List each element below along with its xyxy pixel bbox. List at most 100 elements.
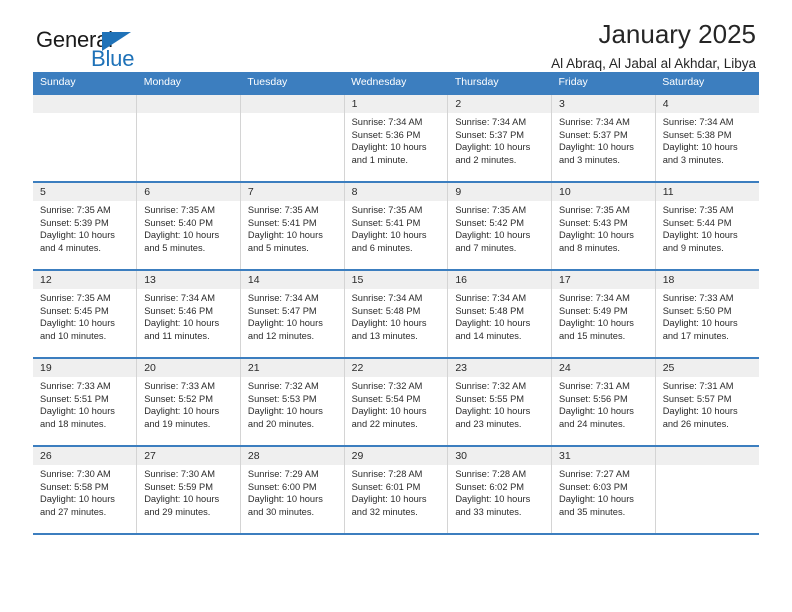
day-cell-details: Sunrise: 7:33 AM Sunset: 5:51 PM Daylight:… <box>33 377 136 430</box>
calendar-day-cell[interactable] <box>240 93 345 182</box>
calendar-day-cell[interactable] <box>655 445 759 535</box>
daylight-text-line1: Daylight: 10 hours <box>559 230 634 241</box>
sunset-text: Sunset: 5:46 PM <box>144 305 213 316</box>
calendar-day-cell[interactable]: 12 Sunrise: 7:35 AM Sunset: 5:45 PM Dayligh… <box>33 269 138 358</box>
calendar-day-cell[interactable]: 30 Sunrise: 7:28 AM Sunset: 6:02 PM Dayligh… <box>447 445 553 535</box>
day-cell-inner: 15 Sunrise: 7:34 AM Sunset: 5:48 PM Dayligh… <box>344 271 448 357</box>
daylight-text-line1: Daylight: 10 hours <box>247 318 323 329</box>
general-blue-logo[interactable]: General Blue <box>36 27 166 73</box>
calendar-day-cell[interactable] <box>33 93 138 182</box>
sunrise-text: Sunrise: 7:32 AM <box>455 381 527 391</box>
calendar-day-cell[interactable]: 11 Sunrise: 7:35 AM Sunset: 5:44 PM Dayligh… <box>655 181 759 270</box>
sunrise-text: Sunrise: 7:33 AM <box>662 293 734 303</box>
calendar-day-cell[interactable] <box>136 93 241 182</box>
calendar-day-cell[interactable]: 2 Sunrise: 7:34 AM Sunset: 5:37 PM Daylight… <box>447 93 553 182</box>
calendar-day-cell[interactable]: 31 Sunrise: 7:27 AM Sunset: 6:03 PM Dayligh… <box>551 445 656 535</box>
day-cell-inner: 13 Sunrise: 7:34 AM Sunset: 5:46 PM Dayligh… <box>137 271 240 357</box>
daylight-text-line1: Daylight: 10 hours <box>247 494 323 505</box>
calendar-week-row: 1 Sunrise: 7:34 AM Sunset: 5:36 PM Daylight… <box>33 93 759 182</box>
calendar-day-cell[interactable]: 18 Sunrise: 7:33 AM Sunset: 5:50 PM Dayligh… <box>655 269 759 358</box>
daylight-text-line1: Daylight: 10 hours <box>351 142 427 153</box>
day-cell-details: Sunrise: 7:33 AM Sunset: 5:50 PM Daylight:… <box>656 289 759 342</box>
sunset-text: Sunset: 5:41 PM <box>247 217 317 228</box>
daylight-text-line1: Daylight: 10 hours <box>40 230 115 241</box>
daylight-text-line2: and 33 minutes. <box>455 506 522 517</box>
calendar-day-cell[interactable]: 19 Sunrise: 7:33 AM Sunset: 5:51 PM Dayligh… <box>33 357 138 446</box>
day-number: 3 <box>552 95 655 113</box>
sunset-text: Sunset: 5:52 PM <box>144 393 213 404</box>
day-cell-inner: 5 Sunrise: 7:35 AM Sunset: 5:39 PM Daylight… <box>33 183 137 269</box>
calendar-day-cell[interactable]: 4 Sunrise: 7:34 AM Sunset: 5:38 PM Daylight… <box>655 93 759 182</box>
calendar-day-cell[interactable]: 29 Sunrise: 7:28 AM Sunset: 6:01 PM Dayligh… <box>344 445 449 535</box>
day-number <box>137 95 240 113</box>
daylight-text-line1: Daylight: 10 hours <box>144 318 220 329</box>
calendar-day-cell[interactable]: 27 Sunrise: 7:30 AM Sunset: 5:59 PM Dayligh… <box>136 445 241 535</box>
calendar-day-cell[interactable]: 3 Sunrise: 7:34 AM Sunset: 5:37 PM Daylight… <box>551 93 656 182</box>
calendar-day-cell[interactable]: 23 Sunrise: 7:32 AM Sunset: 5:55 PM Dayligh… <box>447 357 553 446</box>
sunset-text: Sunset: 5:39 PM <box>40 217 109 228</box>
daylight-text-line2: and 3 minutes. <box>662 154 724 165</box>
calendar-day-cell[interactable]: 10 Sunrise: 7:35 AM Sunset: 5:43 PM Dayligh… <box>551 181 656 270</box>
sunrise-text: Sunrise: 7:28 AM <box>351 469 423 479</box>
calendar-day-cell[interactable]: 8 Sunrise: 7:35 AM Sunset: 5:41 PM Daylight… <box>344 181 449 270</box>
calendar-day-cell[interactable]: 1 Sunrise: 7:34 AM Sunset: 5:36 PM Daylight… <box>344 93 449 182</box>
sunrise-text: Sunrise: 7:33 AM <box>144 381 216 391</box>
sunrise-text: Sunrise: 7:33 AM <box>40 381 111 391</box>
calendar-day-cell[interactable]: 5 Sunrise: 7:35 AM Sunset: 5:39 PM Daylight… <box>33 181 138 270</box>
day-number: 2 <box>448 95 552 113</box>
calendar-day-cell[interactable]: 16 Sunrise: 7:34 AM Sunset: 5:48 PM Dayligh… <box>447 269 553 358</box>
sunrise-text: Sunrise: 7:29 AM <box>247 469 319 479</box>
day-cell-details: Sunrise: 7:35 AM Sunset: 5:43 PM Daylight:… <box>552 201 655 254</box>
day-cell-details: Sunrise: 7:27 AM Sunset: 6:03 PM Daylight:… <box>552 465 655 518</box>
day-cell-details <box>656 465 759 468</box>
sunrise-text: Sunrise: 7:32 AM <box>351 381 423 391</box>
sunset-text: Sunset: 6:02 PM <box>455 481 525 492</box>
sunset-text: Sunset: 5:40 PM <box>144 217 213 228</box>
day-cell-details: Sunrise: 7:32 AM Sunset: 5:54 PM Daylight:… <box>345 377 448 430</box>
sunset-text: Sunset: 5:38 PM <box>662 129 732 140</box>
day-cell-details: Sunrise: 7:33 AM Sunset: 5:52 PM Daylight:… <box>137 377 240 430</box>
sunset-text: Sunset: 5:54 PM <box>351 393 421 404</box>
calendar-day-cell[interactable]: 28 Sunrise: 7:29 AM Sunset: 6:00 PM Dayligh… <box>240 445 345 535</box>
calendar-day-cell[interactable]: 15 Sunrise: 7:34 AM Sunset: 5:48 PM Dayligh… <box>344 269 449 358</box>
calendar-day-cell[interactable]: 26 Sunrise: 7:30 AM Sunset: 5:58 PM Dayligh… <box>33 445 138 535</box>
day-cell-details <box>137 113 240 116</box>
sunrise-text: Sunrise: 7:34 AM <box>144 293 216 303</box>
day-cell-inner: 27 Sunrise: 7:30 AM Sunset: 5:59 PM Dayligh… <box>137 447 240 533</box>
calendar-day-cell[interactable]: 6 Sunrise: 7:35 AM Sunset: 5:40 PM Daylight… <box>136 181 241 270</box>
daylight-text-line2: and 27 minutes. <box>40 506 107 517</box>
sunset-text: Sunset: 5:37 PM <box>455 129 525 140</box>
day-cell-details: Sunrise: 7:34 AM Sunset: 5:48 PM Daylight:… <box>345 289 448 342</box>
day-cell-inner: 24 Sunrise: 7:31 AM Sunset: 5:56 PM Dayligh… <box>552 359 655 445</box>
calendar-day-cell[interactable]: 13 Sunrise: 7:34 AM Sunset: 5:46 PM Dayligh… <box>136 269 241 358</box>
calendar-day-cell[interactable]: 14 Sunrise: 7:34 AM Sunset: 5:47 PM Dayligh… <box>240 269 345 358</box>
calendar-day-cell[interactable]: 9 Sunrise: 7:35 AM Sunset: 5:42 PM Daylight… <box>447 181 553 270</box>
day-cell-details: Sunrise: 7:32 AM Sunset: 5:55 PM Daylight:… <box>448 377 551 430</box>
sunrise-text: Sunrise: 7:35 AM <box>247 205 319 215</box>
sunrise-text: Sunrise: 7:35 AM <box>40 293 111 303</box>
day-cell-inner: 22 Sunrise: 7:32 AM Sunset: 5:54 PM Dayligh… <box>344 359 448 445</box>
calendar-day-cell[interactable]: 17 Sunrise: 7:34 AM Sunset: 5:49 PM Dayligh… <box>551 269 656 358</box>
calendar-day-cell[interactable]: 7 Sunrise: 7:35 AM Sunset: 5:41 PM Daylight… <box>240 181 345 270</box>
calendar-day-cell[interactable]: 21 Sunrise: 7:32 AM Sunset: 5:53 PM Dayligh… <box>240 357 345 446</box>
daylight-text-line1: Daylight: 10 hours <box>247 230 323 241</box>
sunrise-text: Sunrise: 7:35 AM <box>559 205 630 215</box>
day-number: 17 <box>552 271 655 289</box>
calendar-day-cell[interactable]: 22 Sunrise: 7:32 AM Sunset: 5:54 PM Dayligh… <box>344 357 449 446</box>
daylight-text-line2: and 11 minutes. <box>144 330 210 341</box>
daylight-text-line1: Daylight: 10 hours <box>40 318 115 329</box>
daylight-text-line2: and 5 minutes. <box>247 242 309 253</box>
weekday-header-sunday: Sunday <box>33 72 137 94</box>
calendar-day-cell[interactable]: 20 Sunrise: 7:33 AM Sunset: 5:52 PM Dayligh… <box>136 357 241 446</box>
sunset-text: Sunset: 5:37 PM <box>559 129 628 140</box>
page-header: General Blue January 2025 Al Abraq, Al J… <box>33 0 759 72</box>
calendar-day-cell[interactable]: 25 Sunrise: 7:31 AM Sunset: 5:57 PM Dayligh… <box>655 357 759 446</box>
daylight-text-line1: Daylight: 10 hours <box>144 494 220 505</box>
day-cell-inner: 20 Sunrise: 7:33 AM Sunset: 5:52 PM Dayligh… <box>137 359 240 445</box>
day-cell-inner: 21 Sunrise: 7:32 AM Sunset: 5:53 PM Dayligh… <box>240 359 344 445</box>
sunrise-text: Sunrise: 7:35 AM <box>144 205 216 215</box>
sunrise-text: Sunrise: 7:35 AM <box>455 205 527 215</box>
sunrise-text: Sunrise: 7:34 AM <box>247 293 319 303</box>
calendar-day-cell[interactable]: 24 Sunrise: 7:31 AM Sunset: 5:56 PM Dayligh… <box>551 357 656 446</box>
sunset-text: Sunset: 5:41 PM <box>351 217 421 228</box>
